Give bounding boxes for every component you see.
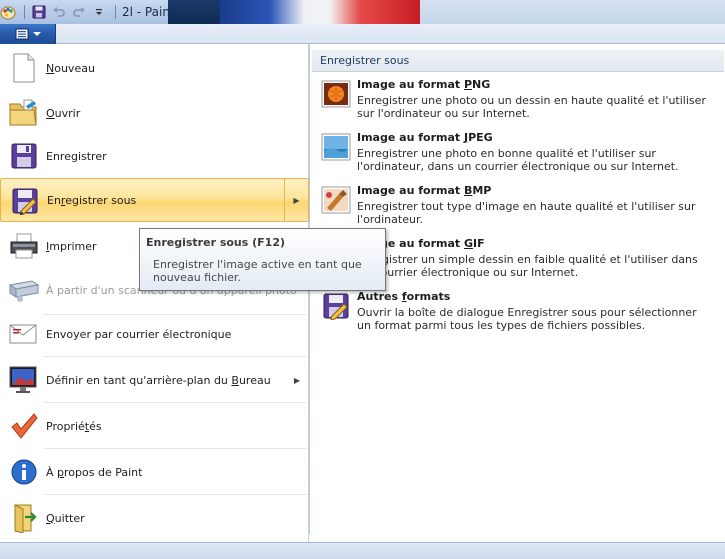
option-title: Image au format JPEG [357, 131, 493, 144]
option-description: Enregistrer une photo ou un dessin en ha… [357, 94, 706, 120]
title-separator [115, 5, 116, 19]
tooltip-body: Enregistrer l'image active en tant que n… [153, 258, 362, 284]
menu-item-label: Enregistrer sous [47, 193, 137, 207]
menu-item-ouvrir[interactable]: Ouvrir [0, 91, 309, 135]
option-title: Autres formats [357, 290, 451, 303]
save-as-png-option[interactable]: Image au format PNG Enregistrer une phot… [312, 78, 722, 130]
menu-item-label: Définir en tant qu'arrière-plan du Burea… [46, 373, 271, 387]
submenu-arrow-icon[interactable]: ▶ [284, 179, 308, 221]
bmp-image-icon [320, 184, 352, 216]
window-title: 2l - Paint [122, 5, 175, 19]
printer-icon [8, 230, 40, 262]
option-description: Enregistrer une photo en bonne qualité e… [357, 147, 679, 173]
new-document-icon [8, 52, 40, 84]
desktop-background-icon [8, 364, 40, 396]
menu-item-envoyer[interactable]: Envoyer par courrier électronique [0, 312, 309, 356]
menu-separator [44, 494, 307, 495]
menu-item-quitter[interactable]: Quitter [0, 496, 309, 540]
tooltip: Enregistrer sous (F12) Enregistrer l'ima… [139, 228, 386, 291]
paint-app-icon[interactable] [0, 4, 16, 20]
save-as-other-formats-option[interactable]: Autres formats Ouvrir la boîte de dialog… [312, 290, 722, 342]
menu-item-enregistrer-sous[interactable]: Enregistrer sous ▶ [0, 178, 309, 222]
quick-access-separator [24, 5, 25, 19]
menu-item-label: Quitter [46, 511, 85, 525]
menu-item-arriere-plan[interactable]: Définir en tant qu'arrière-plan du Burea… [0, 358, 309, 402]
scanner-icon [8, 274, 40, 306]
menu-item-label: Nouveau [46, 61, 95, 75]
document-menu-icon [15, 28, 28, 40]
floppy-disk-icon [8, 140, 40, 172]
menu-item-enregistrer[interactable]: Enregistrer [0, 134, 309, 178]
menu-item-label: Enregistrer [46, 149, 107, 163]
title-bar-dark-backdrop [168, 0, 220, 24]
menu-item-proprietes[interactable]: Propriétés [0, 404, 309, 448]
menu-item-label: Envoyer par courrier électronique [46, 327, 232, 341]
menu-separator [44, 402, 307, 403]
menu-item-nouveau[interactable]: Nouveau [0, 46, 309, 90]
save-as-panel-header: Enregistrer sous [312, 50, 724, 72]
exit-icon [8, 502, 40, 534]
title-bar: 2l - Paint [0, 0, 725, 24]
ribbon-bar [0, 24, 725, 44]
title-bar-backdrop [420, 0, 725, 24]
menu-separator [44, 356, 307, 357]
open-folder-icon [8, 97, 40, 129]
save-icon[interactable] [31, 4, 47, 20]
checkmark-icon [8, 410, 40, 442]
menu-item-label: Ouvrir [46, 106, 81, 120]
file-menu: Nouveau Ouvrir Enregistrer Enregistrer s… [0, 44, 309, 542]
jpeg-image-icon [320, 131, 352, 163]
option-title: Image au format PNG [357, 78, 491, 91]
info-icon [8, 456, 40, 488]
menu-item-apropos[interactable]: À propos de Paint [0, 450, 309, 494]
email-icon [8, 318, 40, 350]
title-bar-flag-backdrop [220, 0, 420, 24]
menu-item-label: Imprimer [46, 239, 97, 253]
menu-separator [44, 448, 307, 449]
option-description: Ouvrir la boîte de dialogue Enregistrer … [357, 306, 697, 332]
customize-dropdown-icon[interactable] [91, 4, 107, 20]
undo-icon[interactable] [51, 4, 67, 20]
tooltip-title: Enregistrer sous (F12) [146, 236, 286, 249]
option-description: Enregistrer un simple dessin en faible q… [357, 253, 698, 279]
redo-icon[interactable] [71, 4, 87, 20]
bottom-strip [0, 542, 725, 559]
save-as-jpeg-option[interactable]: Image au format JPEG Enregistrer une pho… [312, 131, 722, 183]
menu-item-label: Propriétés [46, 419, 102, 433]
menu-item-label: À propos de Paint [46, 465, 143, 479]
png-image-icon [320, 78, 352, 110]
option-description: Enregistrer tout type d'image en haute q… [357, 200, 696, 226]
submenu-arrow-icon[interactable]: ▶ [285, 358, 309, 402]
other-formats-icon [320, 290, 352, 322]
chevron-down-icon [32, 32, 41, 36]
file-menu-button[interactable] [0, 24, 56, 44]
save-as-icon [9, 185, 41, 217]
option-title: Image au format BMP [357, 184, 492, 197]
